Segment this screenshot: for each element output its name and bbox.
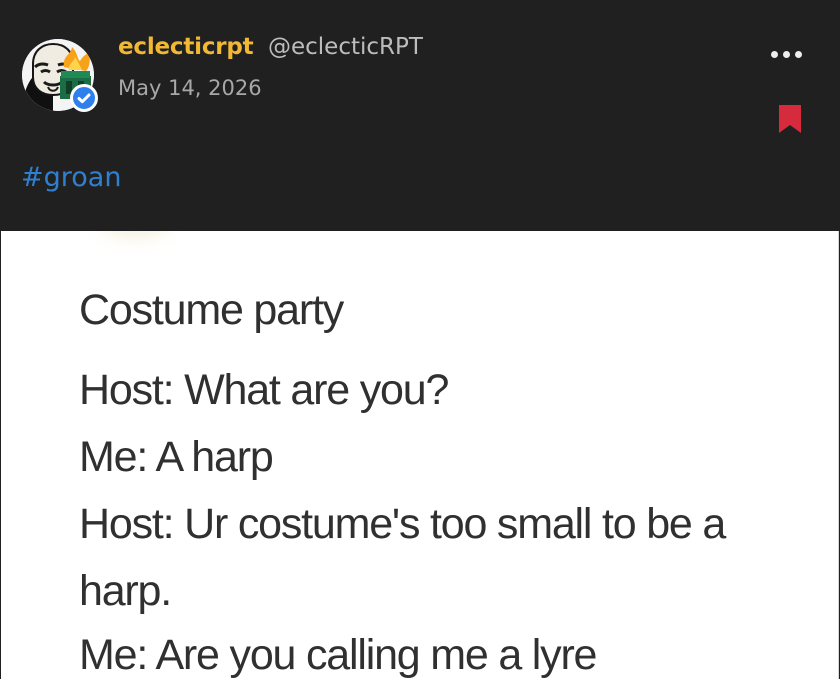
meme-text-line: Me: A harp: [79, 433, 274, 481]
post-date: May 14, 2026: [118, 76, 262, 100]
meme-text-line: Host: What are you?: [79, 366, 449, 414]
more-horizontal-icon-dot: [794, 50, 802, 58]
more-horizontal-icon-dot: [782, 50, 790, 58]
username[interactable]: eclecticrpt: [118, 34, 254, 62]
bookmark-icon: [779, 105, 801, 133]
verified-badge-icon: [70, 84, 98, 112]
hashtag-link[interactable]: #groan: [21, 162, 121, 194]
meme-text-line: Host: Ur costume's too small to be a: [79, 500, 726, 548]
more-horizontal-icon: [770, 50, 778, 58]
post-image[interactable]: Costume party Host: What are you? Me: A …: [1, 231, 839, 679]
user-handle: @eclecticRPT: [268, 34, 423, 60]
post-header: eclecticrpt @eclecticRPT May 14, 2026 #g…: [0, 0, 840, 232]
more-options-button[interactable]: [766, 42, 806, 66]
meme-text-line: harp.: [79, 567, 172, 615]
meme-text-line: Costume party: [79, 286, 344, 334]
meme-text-line: Me: Are you calling me a lyre: [79, 631, 597, 679]
bookmark-button[interactable]: [775, 104, 805, 134]
